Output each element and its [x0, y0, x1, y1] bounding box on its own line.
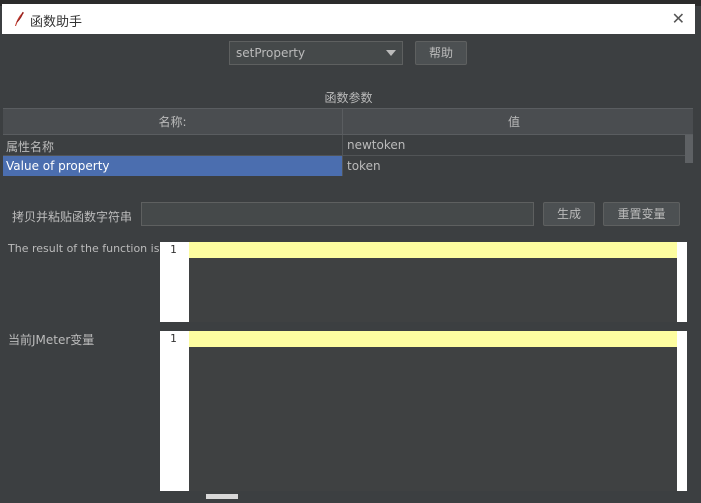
params-section-title: 函数参数 [324, 91, 373, 105]
line-number: 1 [170, 332, 177, 345]
cell-divider [342, 156, 343, 176]
chevron-down-icon [386, 50, 396, 56]
param-name-cell[interactable]: 属性名称 [6, 138, 54, 155]
line-number-gutter: 1 [160, 242, 189, 322]
params-table: 名称: 值 属性名称 newtoken Value of property to… [3, 108, 693, 176]
editor-right-margin [677, 331, 687, 491]
current-line-highlight [189, 331, 677, 347]
param-value-cell[interactable]: newtoken [347, 138, 405, 152]
cell-divider [342, 135, 343, 155]
jmeter-variables-label: 当前JMeter变量 [8, 333, 95, 347]
title-bar: 函数助手 ✕ [2, 4, 695, 34]
function-select[interactable]: setProperty [229, 41, 403, 65]
line-number-gutter: 1 [160, 331, 189, 491]
generate-button[interactable]: 生成 [543, 202, 595, 226]
function-toolbar: setProperty 帮助 [2, 41, 695, 67]
variables-editor[interactable]: 1 [160, 331, 687, 491]
close-icon[interactable]: ✕ [672, 9, 685, 28]
line-number: 1 [170, 243, 177, 256]
jmeter-feather-icon [15, 11, 24, 26]
table-scrollbar[interactable] [685, 135, 693, 176]
background-scroll-thumb [206, 494, 238, 499]
function-select-value: setProperty [236, 46, 306, 60]
param-name-cell[interactable]: Value of property [6, 159, 110, 173]
params-table-header: 名称: 值 [3, 108, 693, 135]
current-line-highlight [189, 242, 677, 258]
scrollbar-thumb[interactable] [685, 135, 693, 163]
window-title: 函数助手 [30, 15, 83, 30]
reset-variables-button[interactable]: 重置变量 [603, 202, 680, 226]
editor-right-margin [677, 242, 687, 322]
table-row-selected[interactable]: Value of property token [3, 156, 685, 176]
paste-function-label: 拷贝并粘贴函数字符串 [12, 210, 133, 224]
table-row[interactable]: 属性名称 newtoken [3, 135, 685, 155]
result-editor[interactable]: 1 [160, 242, 687, 322]
param-value-cell[interactable]: token [347, 159, 381, 173]
help-button[interactable]: 帮助 [415, 41, 467, 65]
function-string-input[interactable] [141, 202, 534, 226]
column-header-name[interactable]: 名称: [3, 113, 342, 130]
function-helper-dialog: 函数助手 ✕ setProperty 帮助 函数参数 名称: 值 属性名称 ne… [2, 4, 695, 503]
column-header-value[interactable]: 值 [343, 113, 685, 130]
result-label: The result of the function is [8, 242, 160, 255]
